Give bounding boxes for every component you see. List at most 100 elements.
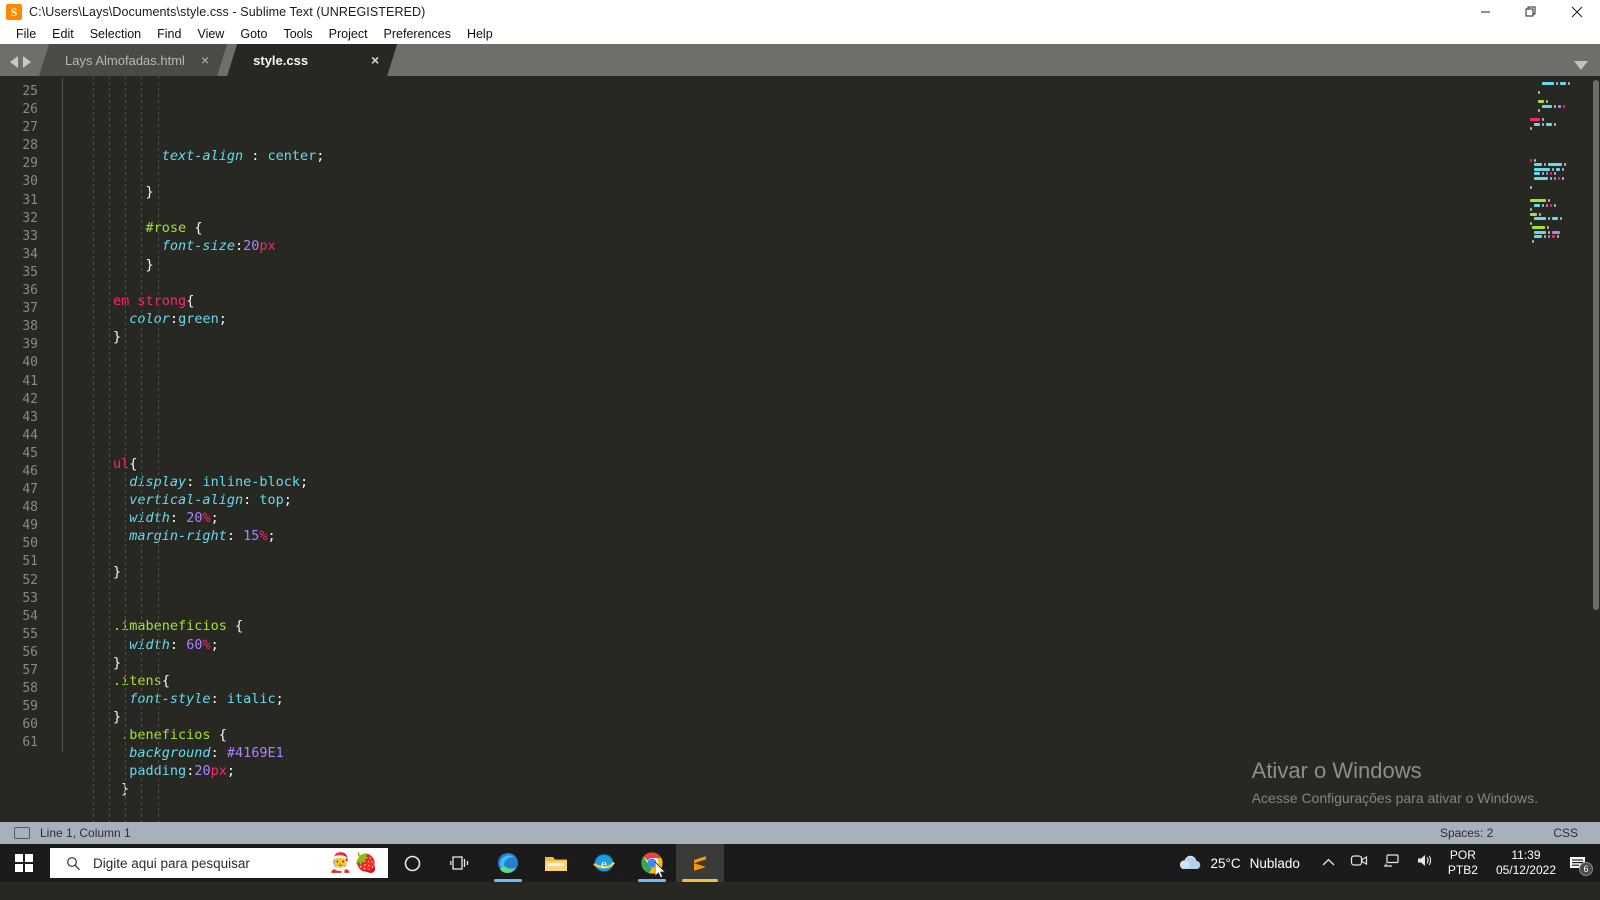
code-token: ; [275,690,284,707]
code-token: green [178,310,219,327]
menu-view[interactable]: View [189,25,232,43]
indentation-setting[interactable]: Spaces: 2 [1440,826,1493,840]
minimap-token [1548,235,1551,238]
line-number: 46 [22,463,38,479]
weather-widget[interactable]: 25°C Nublado [1177,855,1300,871]
code-line: font-style: italic; [48,690,1600,708]
file-explorer-button[interactable] [532,844,580,882]
close-icon[interactable]: × [371,53,379,67]
volume-icon[interactable] [1416,853,1434,873]
minimap-token [1541,203,1544,207]
taskbar-buttons: e [388,844,724,882]
line-number: 42 [22,391,38,407]
code-area[interactable]: text-align : center; } #rose { font-size… [48,76,1600,822]
line-number: 30 [22,174,38,190]
minimap-line [1522,87,1592,90]
minimap-token [1548,199,1551,202]
language-line1: POR [1449,848,1476,863]
code-token: } [113,654,122,671]
minimap-line [1522,109,1592,112]
line-number: 26 [22,102,38,118]
maximize-button[interactable] [1508,0,1554,23]
line-number: 45 [22,445,38,461]
minimap-token [1530,208,1532,211]
code-editor[interactable]: 25 26 27 28 29 30 31 32 33 34 35 36 37 38 39 40 41 42 43 44… [0,76,1600,822]
chevron-down-icon[interactable] [1574,61,1588,70]
code-token: ; [267,527,276,544]
gingerbread-man-icon: 🧑‍🎄 [328,853,353,874]
line-number: 56 [22,644,38,660]
minimap-token [1554,203,1557,207]
code-minimap[interactable] [1522,76,1592,822]
microsoft-edge-button[interactable] [484,844,532,882]
prev-tab-arrow-icon[interactable] [10,56,18,68]
line-number: 32 [22,210,38,226]
show-hidden-icons-chevron[interactable] [1322,854,1335,872]
menu-project[interactable]: Project [321,25,376,43]
cloud-icon [1180,855,1201,870]
tab-style-css[interactable]: style.css × [227,44,397,76]
minimap-line [1522,199,1592,202]
close-button[interactable] [1554,0,1600,23]
menu-preferences[interactable]: Preferences [376,25,459,43]
line-number: 54 [22,608,38,624]
minimap-token [1546,226,1549,229]
clock-time: 11:39 [1511,848,1541,863]
line-number: 41 [22,373,38,389]
title-bar: S C:\Users\Lays\Documents\style.css - Su… [0,0,1600,23]
vertical-scrollbar[interactable] [1592,76,1600,822]
search-input[interactable]: Digite aqui para pesquisar 🧑‍🎄 🍓 [50,848,388,878]
tab-lays-almofadas-html[interactable]: Lays Almofadas.html × [39,44,227,76]
menu-selection[interactable]: Selection [82,25,149,43]
minimap-token [1534,217,1546,220]
code-line: } [48,563,1600,581]
internet-explorer-button[interactable]: e [580,844,628,882]
minimize-button[interactable] [1462,0,1508,23]
code-line: .imabeneficios { [48,617,1600,635]
minimap-line [1522,239,1592,243]
system-tray: 25°C Nublado POR PTB2 11:39 05/12/2022 6 [1177,844,1600,882]
language-indicator[interactable]: POR PTB2 [1448,848,1478,877]
minimap-token [1556,235,1559,238]
notification-center-button[interactable]: 6 [1568,854,1593,876]
code-token: ; [316,148,325,164]
code-token: ; [210,636,219,653]
code-lines: text-align : center; } #rose { font-size… [48,147,1600,816]
start-button[interactable] [0,844,48,882]
status-bar-right: Spaces: 2 CSS [1440,826,1600,840]
search-emoji-icons: 🧑‍🎄 🍓 [329,851,378,875]
menu-edit[interactable]: Edit [44,25,82,43]
menu-file[interactable]: File [8,25,44,43]
line-number: 44 [22,427,38,443]
sublime-text-button[interactable] [676,844,724,882]
close-icon[interactable]: × [201,53,209,67]
menu-help[interactable]: Help [459,25,501,43]
next-tab-arrow-icon[interactable] [23,56,31,68]
scrollbar-thumb[interactable] [1593,80,1599,610]
code-token: display [129,473,187,490]
syntax-mode[interactable]: CSS [1553,826,1578,840]
cortana-button[interactable] [388,844,436,882]
console-toggle-icon[interactable] [14,827,30,839]
google-chrome-button[interactable] [628,844,676,882]
minimap-token [1562,176,1565,180]
minimap-token [1532,239,1534,243]
task-view-button[interactable] [436,844,484,882]
network-icon[interactable] [1383,853,1401,873]
minimap-token [1538,109,1540,112]
menu-find[interactable]: Find [149,25,189,43]
menu-goto[interactable]: Goto [232,25,275,43]
minimap-line [1522,136,1592,139]
minimap-token [1530,118,1541,121]
code-token: : [169,310,179,327]
code-token: ul [113,455,130,472]
line-number: 37 [22,301,38,317]
meet-now-icon[interactable] [1350,853,1368,873]
clock[interactable]: 11:39 05/12/2022 [1496,848,1556,877]
minimap-token [1534,122,1540,126]
menu-tools[interactable]: Tools [275,25,320,43]
